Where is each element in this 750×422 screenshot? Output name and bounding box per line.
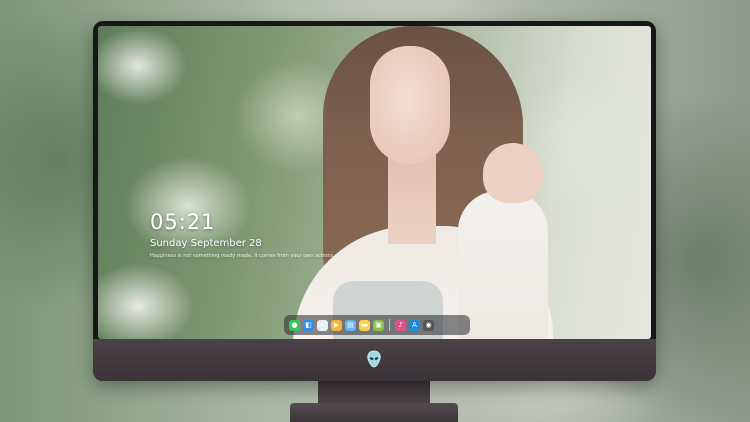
dock-separator (389, 319, 390, 331)
monitor-stand-neck (318, 381, 430, 405)
wallpaper-hand (483, 143, 543, 203)
lock-screen-clock: 05:21 Sunday September 28 Happiness is n… (150, 210, 335, 260)
clock-date: Sunday September 28 (150, 238, 262, 249)
wallpaper-sleeve (458, 191, 548, 339)
app-store-icon[interactable]: A (409, 319, 420, 331)
wallpaper-neck (388, 154, 436, 244)
clapper-icon[interactable]: ▶ (331, 319, 342, 331)
photos-icon[interactable]: ▣ (373, 319, 384, 331)
wallpaper-face (370, 46, 450, 164)
camera-icon[interactable]: ◉ (423, 319, 434, 331)
finder-icon[interactable]: ◧ (303, 319, 314, 331)
monitor: 05:21 Sunday September 28 Happiness is n… (93, 21, 656, 381)
terminal-icon[interactable]: ▤ (345, 319, 356, 331)
clock-quote: Happiness is not something ready made. I… (150, 253, 335, 259)
alien-logo-icon (366, 350, 382, 368)
messages-icon[interactable]: ● (289, 319, 300, 331)
notes-icon[interactable]: ▬ (359, 319, 370, 331)
monitor-chin (93, 339, 656, 381)
safari-icon[interactable]: ✧ (317, 319, 328, 331)
monitor-stand-base (290, 403, 458, 422)
music-icon[interactable]: ♪ (395, 319, 406, 331)
desktop-screen: 05:21 Sunday September 28 Happiness is n… (98, 26, 651, 339)
dock: ● ◧ ✧ ▶ ▤ ▬ ▣ ♪ A ◉ (284, 315, 470, 335)
clock-time: 05:21 (150, 210, 216, 234)
